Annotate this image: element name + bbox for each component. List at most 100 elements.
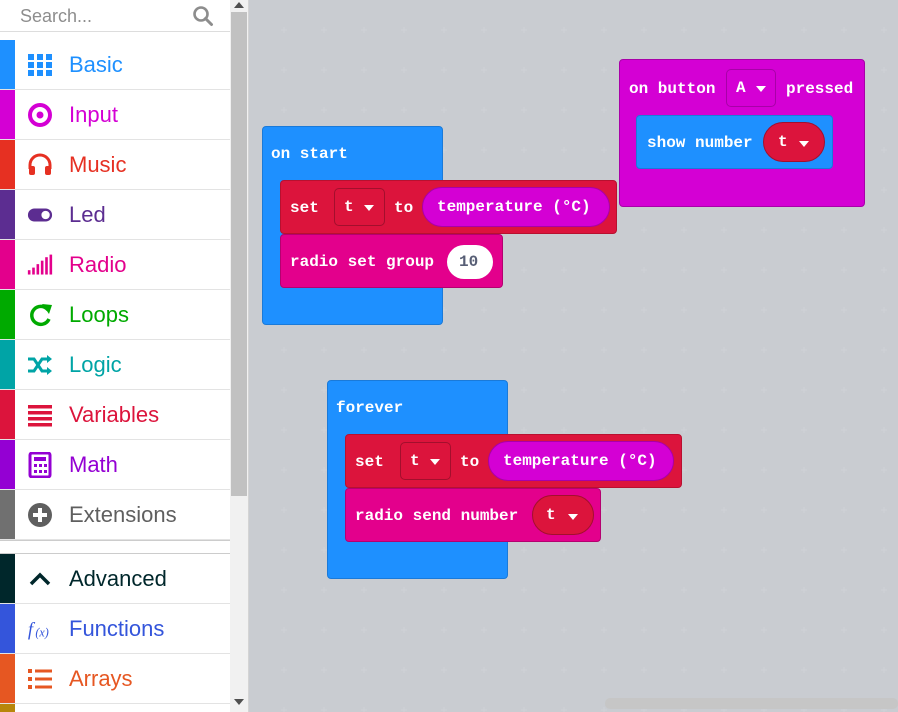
radio-send-number-label: radio send number	[355, 507, 519, 525]
variable-reporter[interactable]: t	[532, 495, 594, 535]
category-divider	[0, 540, 230, 554]
set-variable-block[interactable]: set t to temperature (°C)	[345, 434, 682, 488]
category-arrays[interactable]: Arrays	[0, 654, 230, 704]
category-label: Radio	[69, 252, 127, 277]
category-color-bar	[0, 490, 15, 539]
temperature-reporter[interactable]: temperature (°C)	[422, 187, 610, 227]
category-color-bar	[0, 290, 15, 339]
scroll-thumb[interactable]	[231, 12, 247, 496]
shuffle-icon	[27, 352, 53, 378]
radio-send-number-block[interactable]: radio send number t	[345, 488, 601, 542]
category-label: Led	[69, 202, 106, 227]
category-color-bar	[0, 654, 15, 703]
category-radio[interactable]: Radio	[0, 240, 230, 290]
category-color-bar	[0, 90, 15, 139]
category-color-bar	[0, 140, 15, 189]
chevron-down-icon	[799, 141, 809, 147]
chevron-down-icon	[568, 514, 578, 520]
category-variables[interactable]: Variables	[0, 390, 230, 440]
workspace-horizontal-scrollbar[interactable]	[605, 698, 898, 709]
search-input[interactable]: Search...	[20, 6, 92, 27]
variable-dropdown[interactable]: t	[334, 188, 385, 226]
category-label: Music	[69, 152, 127, 177]
temperature-reporter[interactable]: temperature (°C)	[488, 441, 674, 481]
category-label: Arrays	[69, 666, 133, 691]
chevron-up-icon	[27, 566, 53, 592]
workspace[interactable]: on start set t to temperature (°C) radio…	[249, 0, 898, 712]
group-number-value: 10	[459, 253, 479, 271]
button-dropdown[interactable]: A	[726, 69, 776, 107]
category-label: Loops	[69, 302, 129, 327]
category-color-bar	[0, 240, 15, 289]
toolbox-scrollbar[interactable]	[230, 0, 249, 712]
category-color-bar	[0, 554, 15, 603]
show-number-block[interactable]: show number t	[636, 115, 833, 169]
refresh-icon	[27, 302, 53, 328]
category-loops[interactable]: Loops	[0, 290, 230, 340]
plus-circle-icon	[27, 502, 53, 528]
chevron-down-icon	[756, 86, 766, 92]
category-input[interactable]: Input	[0, 90, 230, 140]
category-color-bar	[0, 440, 15, 489]
category-color-bar	[0, 604, 15, 653]
search-icon[interactable]	[192, 5, 214, 27]
variable-reporter[interactable]: t	[763, 122, 825, 162]
category-label: Math	[69, 452, 118, 477]
toggle-icon	[27, 202, 53, 228]
category-color-bar	[0, 190, 15, 239]
category-extensions[interactable]: Extensions	[0, 490, 230, 540]
scroll-down-arrow-icon[interactable]	[234, 699, 244, 705]
variable-dropdown[interactable]: t	[400, 442, 451, 480]
forever-label: forever	[336, 399, 404, 417]
signal-bars-icon	[27, 252, 53, 278]
scroll-up-arrow-icon[interactable]	[234, 2, 244, 8]
category-music[interactable]: Music	[0, 140, 230, 190]
search-box[interactable]: Search...	[0, 0, 230, 32]
variable-name: t	[778, 133, 788, 151]
category-logic[interactable]: Logic	[0, 340, 230, 390]
category-label: Advanced	[69, 566, 167, 591]
category-label: Basic	[69, 52, 123, 77]
variable-name: t	[410, 452, 420, 470]
pressed-label: pressed	[786, 80, 854, 98]
to-label: to	[394, 199, 414, 217]
category-basic[interactable]: Basic	[0, 40, 230, 90]
calculator-icon	[27, 452, 53, 478]
temperature-label: temperature (°C)	[503, 452, 657, 470]
category-label: Extensions	[69, 502, 177, 527]
to-label: to	[460, 453, 480, 471]
headphones-icon	[27, 152, 53, 178]
set-label: set	[355, 453, 384, 471]
set-variable-block[interactable]: set t to temperature (°C)	[280, 180, 617, 234]
function-icon: f (x)	[27, 616, 53, 642]
numbered-list-icon	[27, 666, 53, 692]
on-start-label: on start	[271, 145, 348, 163]
category-advanced[interactable]: Advanced	[0, 554, 230, 604]
set-label: set	[290, 199, 319, 217]
radio-set-group-label: radio set group	[290, 253, 435, 271]
toolbox: Search... Basic Input Music Led Radio Lo…	[0, 0, 230, 712]
variable-name: t	[344, 198, 354, 216]
category-color-bar	[0, 340, 15, 389]
category-color-bar	[0, 704, 15, 712]
svg-text:(x): (x)	[35, 625, 48, 639]
category-label: Input	[69, 102, 118, 127]
category-math[interactable]: Math	[0, 440, 230, 490]
variable-name: t	[546, 506, 556, 524]
category-label: Logic	[69, 352, 122, 377]
category-led[interactable]: Led	[0, 190, 230, 240]
on-button-label: on button	[629, 80, 716, 98]
temperature-label: temperature (°C)	[437, 198, 591, 216]
lines-icon	[27, 402, 53, 428]
category-color-bar	[0, 390, 15, 439]
radio-set-group-block[interactable]: radio set group 10	[280, 234, 503, 288]
target-icon	[27, 102, 53, 128]
chevron-down-icon	[430, 459, 440, 465]
category-label: Functions	[69, 616, 165, 641]
category-label: Variables	[69, 402, 160, 427]
category-functions[interactable]: f (x) Functions	[0, 604, 230, 654]
button-name: A	[736, 79, 746, 97]
category-color-bar	[0, 40, 15, 89]
chevron-down-icon	[364, 205, 374, 211]
group-number-input[interactable]: 10	[447, 245, 493, 279]
